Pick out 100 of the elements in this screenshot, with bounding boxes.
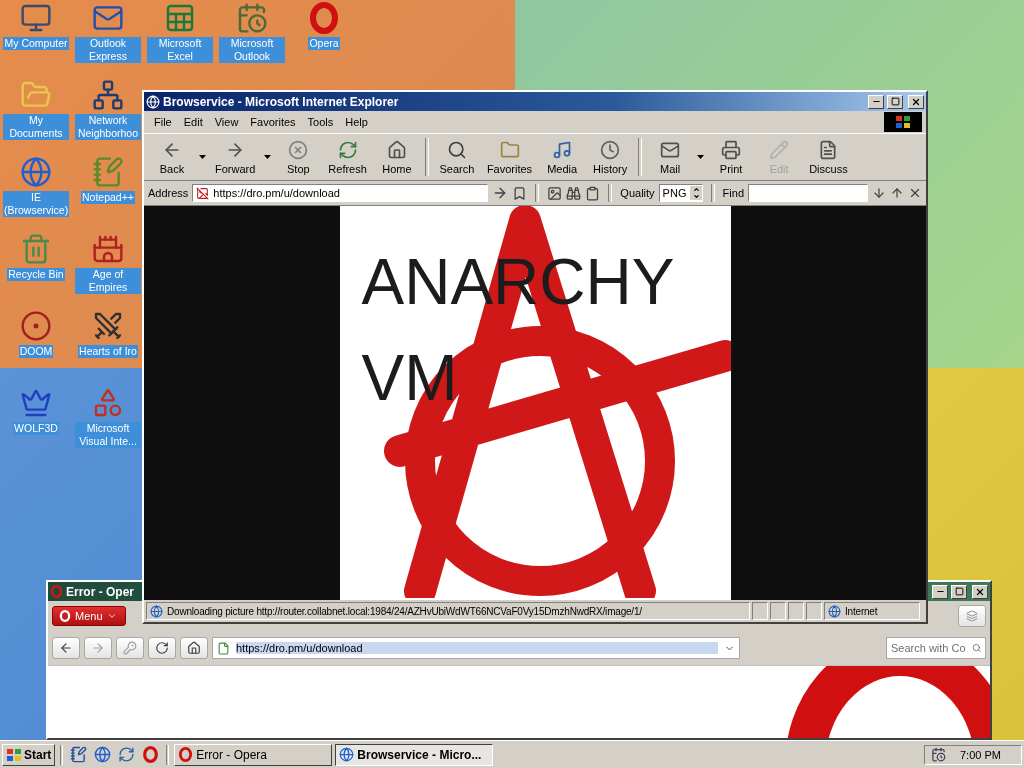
image-icon[interactable] xyxy=(547,185,563,201)
toolbar-button[interactable]: Refresh xyxy=(322,137,373,177)
close-icon xyxy=(911,96,921,107)
clock: 7:00 PM xyxy=(960,748,1001,761)
menu-item[interactable]: View xyxy=(208,116,245,128)
search-icon xyxy=(446,139,467,160)
swords-icon[interactable] xyxy=(92,310,124,342)
page-icon xyxy=(196,186,210,200)
toolbar-button[interactable]: Media xyxy=(538,137,587,177)
dropdown-caret-icon[interactable] xyxy=(264,155,272,159)
arrows-icon xyxy=(118,746,136,763)
toolbar-button[interactable]: Home xyxy=(372,137,421,177)
spin-up-icon[interactable] xyxy=(692,186,700,193)
reload-icon xyxy=(155,641,169,655)
taskbar-button[interactable]: Error - Opera xyxy=(174,743,333,766)
refresh-icon xyxy=(337,139,358,160)
menu-item[interactable]: File xyxy=(148,116,178,128)
find-field[interactable] xyxy=(748,184,868,202)
address-field[interactable]: https://dro.pm/u/download xyxy=(212,637,740,659)
ring-icon xyxy=(142,746,160,763)
minimize-button[interactable] xyxy=(932,584,948,599)
close-icon xyxy=(975,586,985,597)
back-button[interactable] xyxy=(52,637,80,659)
taskbar-button[interactable]: Browservice - Micro... xyxy=(335,743,494,766)
address-label: Address xyxy=(148,187,189,199)
start-button[interactable]: Start xyxy=(2,743,56,766)
menu-item[interactable]: Edit xyxy=(177,116,209,128)
status-panel xyxy=(770,602,786,620)
close-find-icon[interactable] xyxy=(908,186,922,200)
toolbar-button[interactable]: Search xyxy=(432,137,481,177)
find-previous-icon[interactable] xyxy=(890,186,904,200)
search-field[interactable]: Search with Co xyxy=(886,637,986,659)
toolbar-button[interactable]: History xyxy=(586,137,635,177)
calendar-icon[interactable] xyxy=(931,747,946,762)
printer-icon xyxy=(721,139,742,160)
search-icon[interactable] xyxy=(971,642,981,654)
status-panel xyxy=(752,602,768,620)
toolbar-button[interactable]: Forward xyxy=(209,137,262,177)
binoculars-icon[interactable] xyxy=(566,185,582,201)
toolbar-button[interactable]: Favorites xyxy=(480,137,539,177)
ring-icon xyxy=(178,747,194,762)
notepad-icon xyxy=(70,746,88,763)
minimize-button[interactable] xyxy=(868,94,884,109)
computer-icon[interactable] xyxy=(20,2,52,34)
bookmark-icon[interactable] xyxy=(512,185,528,201)
globe-icon xyxy=(828,604,841,618)
menu-item[interactable]: Help xyxy=(339,116,374,128)
window-title: Browservice - Microsoft Internet Explorer xyxy=(163,94,400,109)
maximize-icon xyxy=(890,97,900,106)
globe-icon xyxy=(146,94,160,109)
toolbar-button[interactable]: Back xyxy=(148,137,196,177)
maximize-icon xyxy=(954,587,964,596)
caret-icon xyxy=(106,611,117,621)
ring-icon xyxy=(59,610,71,622)
key-icon xyxy=(123,641,137,655)
crown-icon[interactable] xyxy=(20,387,52,419)
globe-icon xyxy=(94,746,112,763)
toolbar-button[interactable]: Mail xyxy=(646,137,695,177)
toolbar-button[interactable]: Stop xyxy=(274,137,323,177)
spin-down-icon[interactable] xyxy=(692,193,700,200)
status-text: Downloading picture http://router.collabnet.local:1984/24/AZHvUbiWdWT66NCVaF0Vy15DmzhNwdRX/image/1/ xyxy=(167,605,642,617)
globe-icon xyxy=(339,747,355,762)
layers-icon xyxy=(966,610,978,622)
page-icon xyxy=(150,604,163,618)
status-panel xyxy=(788,602,804,620)
close-button[interactable] xyxy=(908,94,924,109)
quality-label: Quality xyxy=(620,187,655,199)
find-label: Find xyxy=(722,187,744,199)
ring-icon xyxy=(50,585,63,598)
toolbar-button[interactable]: Discuss xyxy=(803,137,854,177)
menu-button[interactable]: Menu xyxy=(52,606,126,626)
maximize-button[interactable] xyxy=(887,94,903,109)
document-icon xyxy=(818,139,839,160)
zone-panel: Internet xyxy=(824,602,920,620)
maximize-button[interactable] xyxy=(951,584,967,599)
home-icon xyxy=(386,139,407,160)
address-field[interactable]: https://dro.pm/u/download xyxy=(192,184,489,202)
disc-icon[interactable] xyxy=(20,310,52,342)
page-icon xyxy=(217,641,230,655)
window-title: Error - Oper xyxy=(66,584,135,599)
clock-icon xyxy=(600,139,621,160)
folder-icon xyxy=(499,139,520,160)
windows-logo-icon xyxy=(884,112,922,132)
close-button[interactable] xyxy=(972,584,988,599)
clipboard-icon[interactable] xyxy=(585,185,601,201)
music-icon xyxy=(552,139,573,160)
find-next-icon[interactable] xyxy=(872,186,886,200)
stop-icon xyxy=(288,139,309,160)
dropdown-caret-icon[interactable] xyxy=(199,155,206,159)
dropdown-caret-icon[interactable] xyxy=(697,155,705,159)
tab-list-button[interactable] xyxy=(958,605,986,627)
status-panel xyxy=(806,602,822,620)
home-button[interactable] xyxy=(180,637,208,659)
toolbar-button[interactable]: Print xyxy=(707,137,756,177)
menu-item[interactable]: Favorites xyxy=(244,116,302,128)
castle-icon[interactable] xyxy=(92,233,124,265)
quality-spinner[interactable]: PNG xyxy=(658,184,703,202)
network-icon[interactable] xyxy=(92,79,124,111)
reload-button[interactable] xyxy=(148,637,176,659)
menu-item[interactable]: Tools xyxy=(301,116,340,128)
